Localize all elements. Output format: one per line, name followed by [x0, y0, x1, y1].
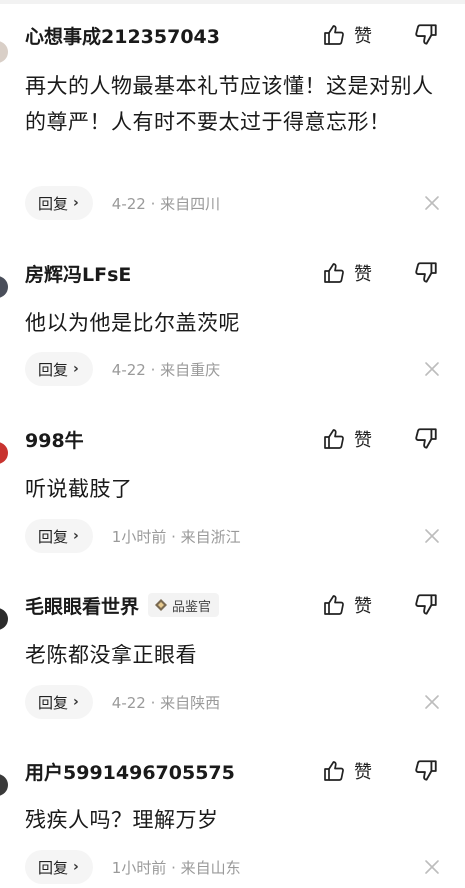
reply-button[interactable]: 回复 › [25, 850, 93, 884]
username[interactable]: 心想事成212357043 [25, 22, 220, 49]
comment-text: 残疾人吗？理解万岁 [25, 808, 219, 832]
thumbs-up-icon [324, 25, 344, 45]
like-label: 赞 [354, 26, 372, 47]
thumbs-up-icon [324, 761, 344, 781]
comment-text: 他以为他是比尔盖茨呢 [25, 311, 240, 335]
comment-time-location: 1小时前 · 来自山东 [111, 858, 241, 877]
thumbs-down-icon [415, 428, 437, 449]
comment-item: 用户5991496705575 赞 残疾人吗？理解万岁 回复 › 1小时前 · … [0, 754, 465, 888]
comment-header: 房辉冯LFsE [25, 256, 131, 290]
close-icon[interactable] [423, 360, 441, 378]
thumbs-up-icon [324, 429, 344, 449]
username[interactable]: 998牛 [25, 426, 84, 453]
like-button[interactable]: 赞 [322, 590, 372, 620]
chevron-right-icon: › [73, 694, 79, 710]
like-button[interactable]: 赞 [322, 424, 372, 454]
user-badge-label: 品鉴官 [172, 599, 212, 615]
like-label: 赞 [354, 596, 372, 617]
comment-meta: 回复 › 1小时前 · 来自浙江 [25, 518, 455, 554]
comment-time-location: 4-22 · 来自重庆 [111, 360, 221, 379]
comment-item: 心想事成212357043 赞 再大的人物最基本礼节应该懂！这是对别人的尊严！人… [0, 18, 465, 228]
comment-header: 用户5991496705575 [25, 754, 235, 788]
like-button[interactable]: 赞 [322, 20, 372, 50]
reply-button[interactable]: 回复 › [25, 186, 93, 220]
avatar[interactable] [0, 41, 8, 63]
chevron-right-icon: › [73, 361, 79, 377]
close-icon[interactable] [423, 693, 441, 711]
like-label: 赞 [354, 762, 372, 783]
comment-item: 毛眼眼看世界 品鉴官 赞 老陈都没拿正眼看 回复 › 4-22 · 来自陕西 [0, 588, 465, 728]
dislike-button[interactable] [413, 426, 441, 454]
reply-label: 回复 [38, 360, 69, 379]
reply-button[interactable]: 回复 › [25, 352, 93, 386]
comment-meta: 回复 › 1小时前 · 来自山东 [25, 849, 455, 885]
comment-meta: 回复 › 4-22 · 来自陕西 [25, 684, 455, 720]
chevron-right-icon: › [73, 195, 79, 211]
comment-text: 再大的人物最基本礼节应该懂！这是对别人的尊严！人有时不要太过于得意忘形！ [25, 74, 434, 134]
dislike-button[interactable] [413, 22, 441, 50]
thumbs-up-icon [324, 595, 344, 615]
like-label: 赞 [354, 430, 372, 451]
username[interactable]: 用户5991496705575 [25, 758, 235, 785]
thumbs-down-icon [415, 760, 437, 781]
close-icon[interactable] [423, 194, 441, 212]
comment-header: 心想事成212357043 [25, 18, 220, 52]
reply-button[interactable]: 回复 › [25, 685, 93, 719]
comment-time-location: 4-22 · 来自四川 [111, 194, 221, 213]
chevron-right-icon: › [73, 528, 79, 544]
username[interactable]: 毛眼眼看世界 [25, 592, 139, 619]
avatar[interactable] [0, 442, 8, 464]
thumbs-down-icon [415, 262, 437, 283]
username[interactable]: 房辉冯LFsE [25, 260, 131, 287]
reply-label: 回复 [38, 693, 69, 712]
thumbs-down-icon [415, 594, 437, 615]
avatar[interactable] [0, 774, 8, 796]
thumbs-down-icon [415, 24, 437, 45]
comment-time-location: 1小时前 · 来自浙江 [111, 527, 241, 546]
comment-header: 毛眼眼看世界 品鉴官 [25, 588, 220, 622]
like-button[interactable]: 赞 [322, 258, 372, 288]
comment-text: 老陈都没拿正眼看 [25, 643, 197, 667]
reply-label: 回复 [38, 858, 69, 877]
avatar[interactable] [0, 608, 8, 630]
comment-item: 998牛 赞 听说截肢了 回复 › 1小时前 · 来自浙江 [0, 422, 465, 562]
dislike-button[interactable] [413, 260, 441, 288]
comment-header: 998牛 [25, 422, 84, 456]
comment-time-location: 4-22 · 来自陕西 [111, 693, 221, 712]
comment-text: 听说截肢了 [25, 477, 133, 501]
dislike-button[interactable] [413, 592, 441, 620]
dislike-button[interactable] [413, 758, 441, 786]
top-divider [0, 0, 465, 4]
close-icon[interactable] [423, 527, 441, 545]
comment-meta: 回复 › 4-22 · 来自重庆 [25, 351, 455, 387]
like-button[interactable]: 赞 [322, 756, 372, 786]
avatar[interactable] [0, 276, 8, 298]
reply-label: 回复 [38, 527, 69, 546]
reply-label: 回复 [38, 194, 69, 213]
comment-meta: 回复 › 4-22 · 来自四川 [25, 185, 455, 221]
reply-button[interactable]: 回复 › [25, 519, 93, 553]
comment-item: 房辉冯LFsE 赞 他以为他是比尔盖茨呢 回复 › 4-22 · 来自重庆 [0, 256, 465, 396]
like-label: 赞 [354, 264, 372, 285]
thumbs-up-icon [324, 263, 344, 283]
user-badge[interactable]: 品鉴官 [148, 593, 220, 617]
diamond-badge-icon [155, 599, 168, 611]
close-icon[interactable] [423, 858, 441, 876]
chevron-right-icon: › [73, 859, 79, 875]
